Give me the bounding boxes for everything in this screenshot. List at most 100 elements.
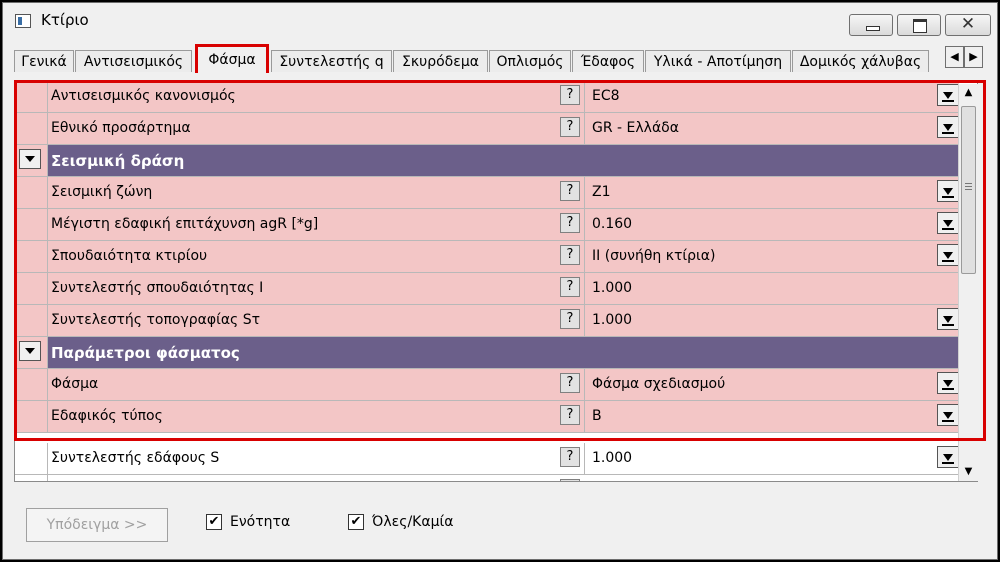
property-label: Συντελεστής εδάφους S	[51, 450, 220, 466]
window-title: Κτίριο	[41, 11, 89, 29]
app-icon	[15, 14, 31, 28]
property-value-cell[interactable]: 1.000	[584, 273, 959, 304]
all-none-checkbox-label: Όλες/Καμία	[372, 514, 454, 530]
dropdown-arrow-icon[interactable]	[937, 84, 959, 106]
tab-spectrum[interactable]: Φάσμα	[195, 44, 269, 73]
vertical-scrollbar[interactable]: ▲ ▼	[958, 84, 978, 481]
help-button[interactable]: ?	[560, 405, 580, 425]
property-value: 0.160	[592, 216, 633, 232]
dropdown-arrow-icon[interactable]	[937, 244, 959, 266]
property-grid: Αντισεισμικός κανονισμός ? EC8 Εθνικό πρ…	[14, 80, 978, 482]
minimize-icon	[866, 26, 880, 31]
dropdown-arrow-icon[interactable]	[937, 308, 959, 330]
property-row[interactable]: Εδαφικός τύπος ? B	[15, 401, 959, 433]
maximize-button[interactable]	[897, 14, 941, 36]
property-value-cell[interactable]: 0.160	[584, 209, 959, 240]
help-button[interactable]: ?	[560, 245, 580, 265]
tab-behaviour-factor[interactable]: Συντελεστής q	[271, 50, 392, 72]
property-row[interactable]: Εθνικό προσάρτημα ? GR - Ελλάδα	[15, 113, 959, 145]
property-value-cell[interactable]: 1.000	[584, 443, 959, 474]
dropdown-arrow-icon[interactable]	[937, 180, 959, 202]
property-row[interactable]: Συντελεστής σπουδαιότητας Ι ? 1.000	[15, 273, 959, 305]
property-label: Συντελεστής σπουδαιότητας Ι	[51, 280, 264, 296]
property-label: Αντισεισμικός κανονισμός	[51, 88, 236, 104]
help-button[interactable]: ?	[560, 309, 580, 329]
tab-seismic[interactable]: Αντισεισμικός	[75, 50, 192, 72]
property-label: Φάσμα	[51, 376, 99, 392]
property-value: B	[592, 408, 602, 424]
property-label: Εδαφικός τύπος	[51, 408, 163, 424]
property-row[interactable]: Αντισεισμικός κανονισμός ? EC8	[15, 81, 959, 113]
all-none-checkbox[interactable]: ✔	[348, 514, 364, 530]
dropdown-arrow-icon[interactable]	[937, 212, 959, 234]
section-header: Σεισμική δράση	[15, 145, 959, 177]
title-bar[interactable]: Κτίριο ✕	[3, 3, 997, 39]
property-value-cell[interactable]: ΙΙ (συνήθη κτίρια)	[584, 241, 959, 272]
help-button[interactable]: ?	[560, 479, 580, 481]
tab-strip: Γενικά Αντισεισμικός Φάσμα Συντελεστής q…	[14, 44, 934, 73]
unit-checkbox-label: Ενότητα	[230, 514, 291, 530]
scroll-down-icon[interactable]: ▼	[959, 463, 978, 481]
unit-checkbox[interactable]: ✔	[206, 514, 222, 530]
property-value-cell[interactable]: GR - Ελλάδα	[584, 113, 959, 144]
property-value: Φάσμα σχεδιασμού	[592, 376, 726, 392]
section-header: Παράμετροι φάσματος	[15, 337, 959, 369]
collapse-toggle-icon[interactable]	[19, 341, 41, 361]
help-button[interactable]: ?	[560, 373, 580, 393]
property-value-cell[interactable]: Z1	[584, 177, 959, 208]
help-button[interactable]: ?	[560, 277, 580, 297]
property-value-cell[interactable]: EC8	[584, 81, 959, 112]
help-button[interactable]: ?	[560, 447, 580, 467]
triangle-right-icon: ▶	[969, 50, 978, 63]
triangle-left-icon: ◀	[950, 50, 959, 63]
scroll-up-icon[interactable]: ▲	[959, 84, 978, 102]
help-button[interactable]: ?	[560, 117, 580, 137]
property-value: Z1	[592, 184, 611, 200]
property-row[interactable]: Μέγιστη εδαφική επιτάχυνση agR [*g] ? 0.…	[15, 209, 959, 241]
property-label: Συντελεστής τοπογραφίας Sτ	[51, 312, 261, 328]
scroll-thumb[interactable]	[961, 106, 976, 274]
property-label: Σεισμική ζώνη	[51, 184, 153, 200]
property-value-cell[interactable]: Φάσμα σχεδιασμού	[584, 369, 959, 400]
property-label: Εθνικό προσάρτημα	[51, 120, 191, 136]
tab-general[interactable]: Γενικά	[14, 50, 74, 72]
dropdown-arrow-icon[interactable]	[937, 116, 959, 138]
maximize-icon	[913, 19, 927, 33]
property-row[interactable]: Συντελεστής εδάφους S ? 1.000	[15, 443, 959, 475]
help-button[interactable]: ?	[560, 181, 580, 201]
close-button[interactable]: ✕	[945, 14, 991, 36]
tab-concrete[interactable]: Σκυρόδεμα	[393, 50, 488, 72]
section-title: Παράμετροι φάσματος	[51, 344, 240, 362]
property-value: 1.000	[592, 280, 633, 296]
help-button[interactable]: ?	[560, 85, 580, 105]
tab-materials-assessment[interactable]: Υλικά - Αποτίμηση	[645, 50, 791, 72]
property-value: ΙΙ (συνήθη κτίρια)	[592, 248, 716, 264]
tab-reinforcement[interactable]: Οπλισμός	[489, 50, 571, 72]
property-value-cell[interactable]: B	[584, 401, 959, 432]
property-value: GR - Ελλάδα	[592, 120, 679, 136]
minimize-button[interactable]	[849, 14, 893, 36]
property-row[interactable]: ?	[15, 475, 959, 481]
property-value-cell[interactable]: 1.000	[584, 305, 959, 336]
property-row[interactable]: Συντελεστής τοπογραφίας Sτ ? 1.000	[15, 305, 959, 337]
dropdown-arrow-icon[interactable]	[937, 446, 959, 468]
property-value: 1.000	[592, 450, 633, 466]
tab-scroll-left-button[interactable]: ◀	[945, 46, 964, 68]
help-button[interactable]: ?	[560, 213, 580, 233]
tab-structural-steel[interactable]: Δομικός χάλυβας	[792, 50, 929, 72]
property-row[interactable]: Φάσμα ? Φάσμα σχεδιασμού	[15, 369, 959, 401]
section-title: Σεισμική δράση	[51, 152, 185, 170]
tab-soil[interactable]: Έδαφος	[572, 50, 644, 72]
dropdown-arrow-icon[interactable]	[937, 372, 959, 394]
dropdown-arrow-icon[interactable]	[937, 404, 959, 426]
property-label: Σπουδαιότητα κτιρίου	[51, 248, 208, 264]
property-value: 1.000	[592, 312, 633, 328]
property-value: EC8	[592, 88, 620, 104]
property-row[interactable]: Σεισμική ζώνη ? Z1	[15, 177, 959, 209]
tab-scroll-right-button[interactable]: ▶	[964, 46, 983, 68]
example-button[interactable]: Υπόδειγμα >>	[26, 508, 168, 542]
close-icon: ✕	[960, 14, 976, 34]
collapse-toggle-icon[interactable]	[19, 149, 41, 169]
property-label: Μέγιστη εδαφική επιτάχυνση agR [*g]	[51, 216, 319, 232]
property-row[interactable]: Σπουδαιότητα κτιρίου ? ΙΙ (συνήθη κτίρια…	[15, 241, 959, 273]
